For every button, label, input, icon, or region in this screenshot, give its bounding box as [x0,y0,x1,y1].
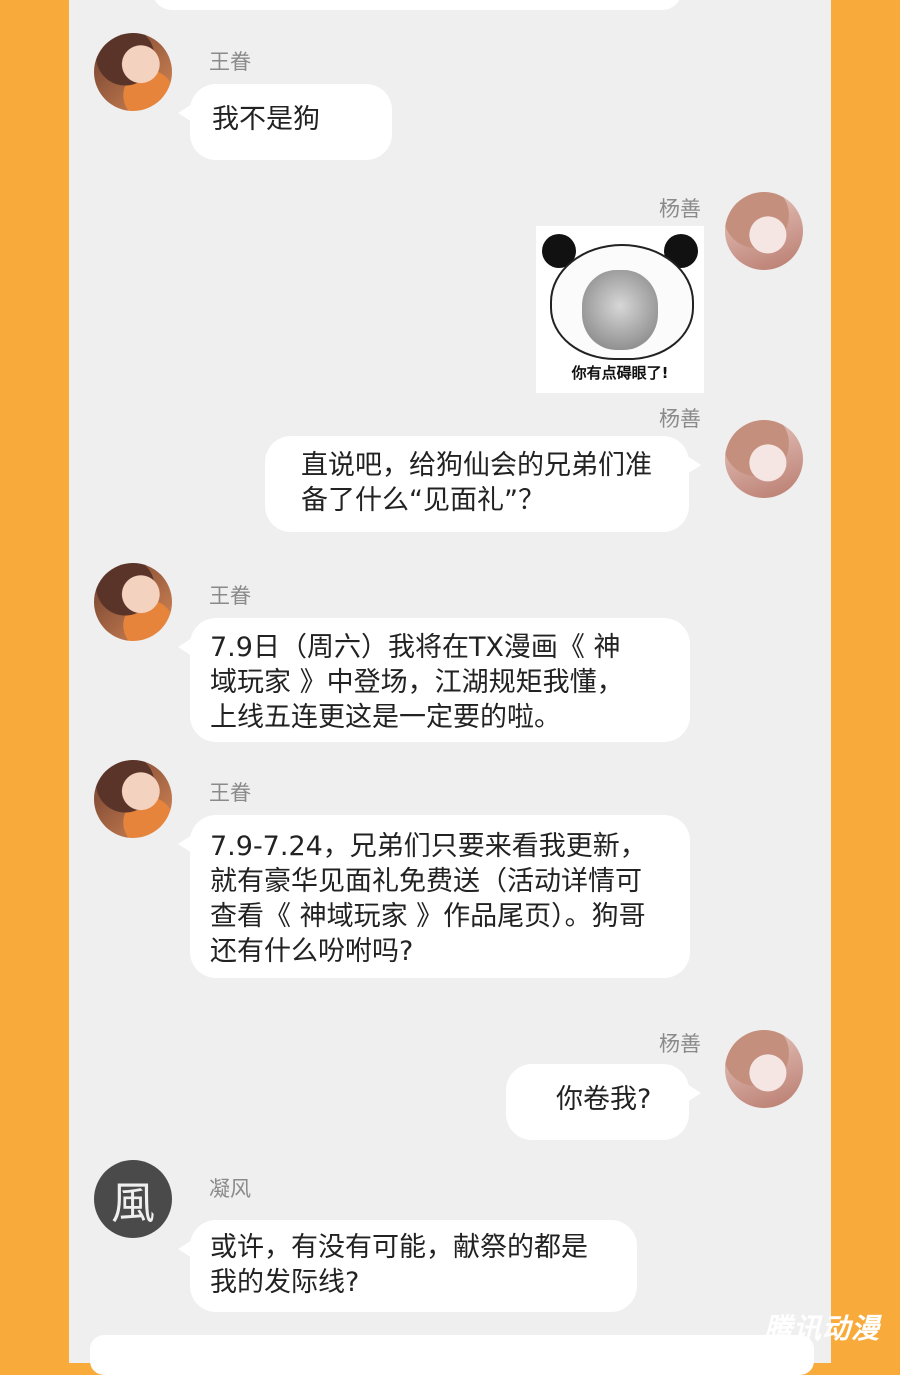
sender-name: 王眷 [209,584,251,608]
sender-name: 凝风 [209,1177,251,1201]
message-line: 我不是狗 [212,104,320,135]
avatar-yangshan[interactable] [725,420,803,498]
message-bubble[interactable]: 7.9日（周六）我将在TX漫画《 神 域玩家 》中登场，江湖规矩我懂， 上线五连… [178,618,690,742]
message-line: 域玩家 》中登场，江湖规矩我懂， [210,667,624,698]
message-line: 查看《 神域玩家 》作品尾页）。狗哥 [210,901,646,932]
sticker-face [582,270,658,350]
message-line: 你卷我? [556,1084,652,1115]
sender-name: 杨善 [659,1032,701,1056]
message-bubble[interactable]: 我不是狗 [178,84,392,160]
avatar-wangjuan[interactable] [94,33,172,111]
panda-sticker-image[interactable]: 你有点碍眼了! [536,226,704,393]
sender-name: 王眷 [209,781,251,805]
sender-name: 王眷 [209,50,251,74]
avatar-yangshan[interactable] [725,1030,803,1108]
avatar-wangjuan[interactable] [94,563,172,641]
message-bubble[interactable]: 直说吧，给狗仙会的兄弟们准 备了什么“见面礼”？ [265,436,701,532]
previous-bubble-partial [152,0,682,10]
message-bubble[interactable]: 你卷我? [506,1064,701,1140]
message-line: 上线五连更这是一定要的啦。 [210,702,561,733]
watermark-logo: 腾讯动漫 [763,1312,880,1345]
message-bubble[interactable]: 或许，有没有可能，献祭的都是 我的发际线? [178,1220,637,1312]
avatar-yangshan[interactable] [725,192,803,270]
sticker-caption: 你有点碍眼了! [571,364,669,382]
avatar-wangjuan[interactable] [94,760,172,838]
sender-name: 杨善 [659,197,701,221]
message-bubble[interactable]: 7.9-7.24，兄弟们只要来看我更新， 就有豪华见面礼免费送（活动详情可 查看… [178,815,690,978]
message-line: 我的发际线? [210,1267,360,1298]
next-bubble-partial [90,1335,814,1375]
message-line: 或许，有没有可能，献祭的都是 [210,1232,588,1263]
message-line: 还有什么吩咐吗? [210,936,414,967]
message-line: 就有豪华见面礼免费送（活动详情可 [210,866,642,897]
avatar-glyph: 風 [111,1178,155,1229]
message-line: 7.9日（周六）我将在TX漫画《 神 [210,632,621,663]
message-line: 7.9-7.24，兄弟们只要来看我更新， [210,831,647,862]
message-line: 备了什么“见面礼”？ [301,485,545,516]
message-line: 直说吧，给狗仙会的兄弟们准 [301,450,652,481]
sender-name: 杨善 [659,407,701,431]
avatar-ningfeng[interactable]: 風 [94,1160,172,1238]
